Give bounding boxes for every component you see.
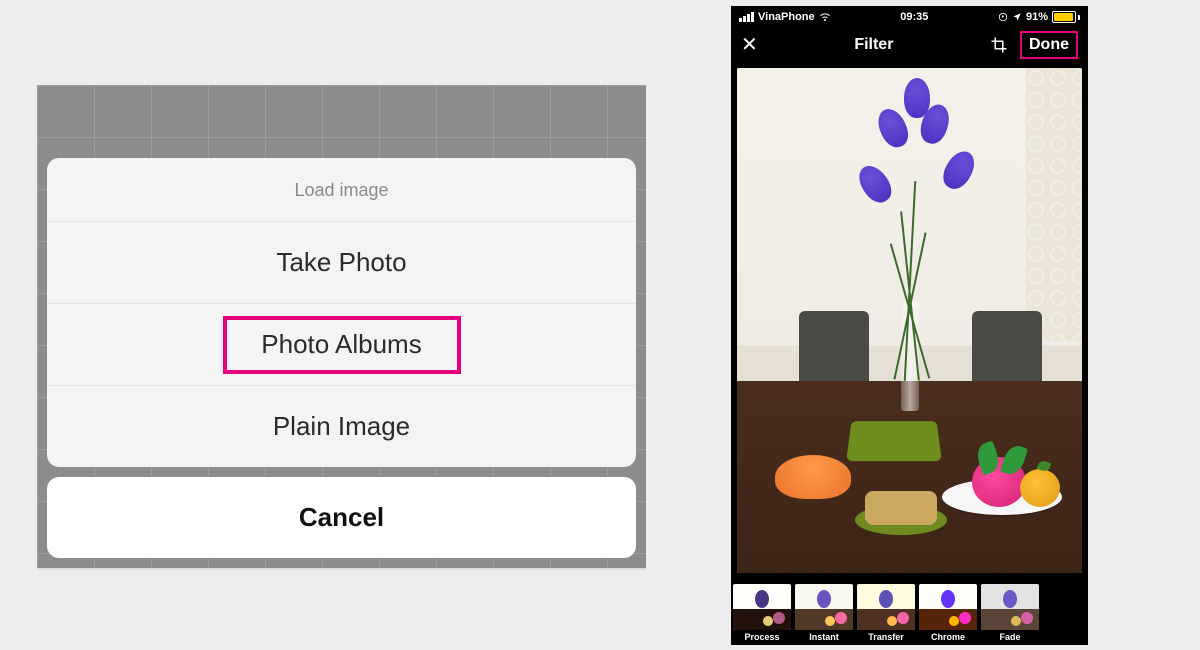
navbar-title: Filter [854, 36, 893, 54]
status-time: 09:35 [900, 11, 928, 23]
filter-label: Fade [999, 632, 1020, 642]
signal-icon [739, 12, 754, 22]
battery-icon [1052, 11, 1080, 23]
filter-thumb [733, 584, 791, 630]
action-sheet: Load image Take Photo Photo Albums Plain… [47, 158, 636, 467]
filter-label: Instant [809, 632, 839, 642]
filter-label: Transfer [868, 632, 904, 642]
filter-instant[interactable]: Instant [793, 579, 855, 645]
take-photo-button[interactable]: Take Photo [47, 222, 636, 304]
action-sheet-container: Load image Take Photo Photo Albums Plain… [47, 158, 636, 558]
photo-albums-button[interactable]: Photo Albums [47, 304, 636, 386]
wifi-icon [819, 11, 831, 23]
status-bar: VinaPhone 09:35 91% [731, 6, 1088, 28]
action-sheet-screenshot: Load image Take Photo Photo Albums Plain… [37, 85, 646, 568]
filter-fade[interactable]: Fade [979, 579, 1041, 645]
location-icon [1012, 12, 1022, 22]
filter-label: Process [744, 632, 779, 642]
filter-thumb [857, 584, 915, 630]
close-icon[interactable]: ✕ [741, 35, 758, 55]
filter-navbar: ✕ Filter Done [731, 28, 1088, 62]
filter-thumb [795, 584, 853, 630]
crop-icon[interactable] [990, 36, 1008, 54]
done-button[interactable]: Done [1020, 31, 1078, 59]
filter-thumb [981, 584, 1039, 630]
photo-preview [731, 62, 1088, 579]
filter-strip[interactable]: Process Instant Transfer Chrome Fade [731, 579, 1088, 645]
filter-transfer[interactable]: Transfer [855, 579, 917, 645]
phone-filter-screenshot: VinaPhone 09:35 91% ✕ Filter Done [731, 6, 1088, 645]
filter-chrome[interactable]: Chrome [917, 579, 979, 645]
filter-process[interactable]: Process [731, 579, 793, 645]
filter-label: Chrome [931, 632, 965, 642]
battery-percent: 91% [1026, 11, 1048, 23]
photo-preview-image [737, 68, 1082, 573]
plain-image-button[interactable]: Plain Image [47, 386, 636, 467]
action-sheet-title: Load image [47, 158, 636, 222]
filter-thumb [919, 584, 977, 630]
photo-albums-label: Photo Albums [261, 329, 421, 359]
carrier-label: VinaPhone [758, 11, 815, 23]
compass-icon [998, 12, 1008, 22]
cancel-button[interactable]: Cancel [47, 477, 636, 558]
